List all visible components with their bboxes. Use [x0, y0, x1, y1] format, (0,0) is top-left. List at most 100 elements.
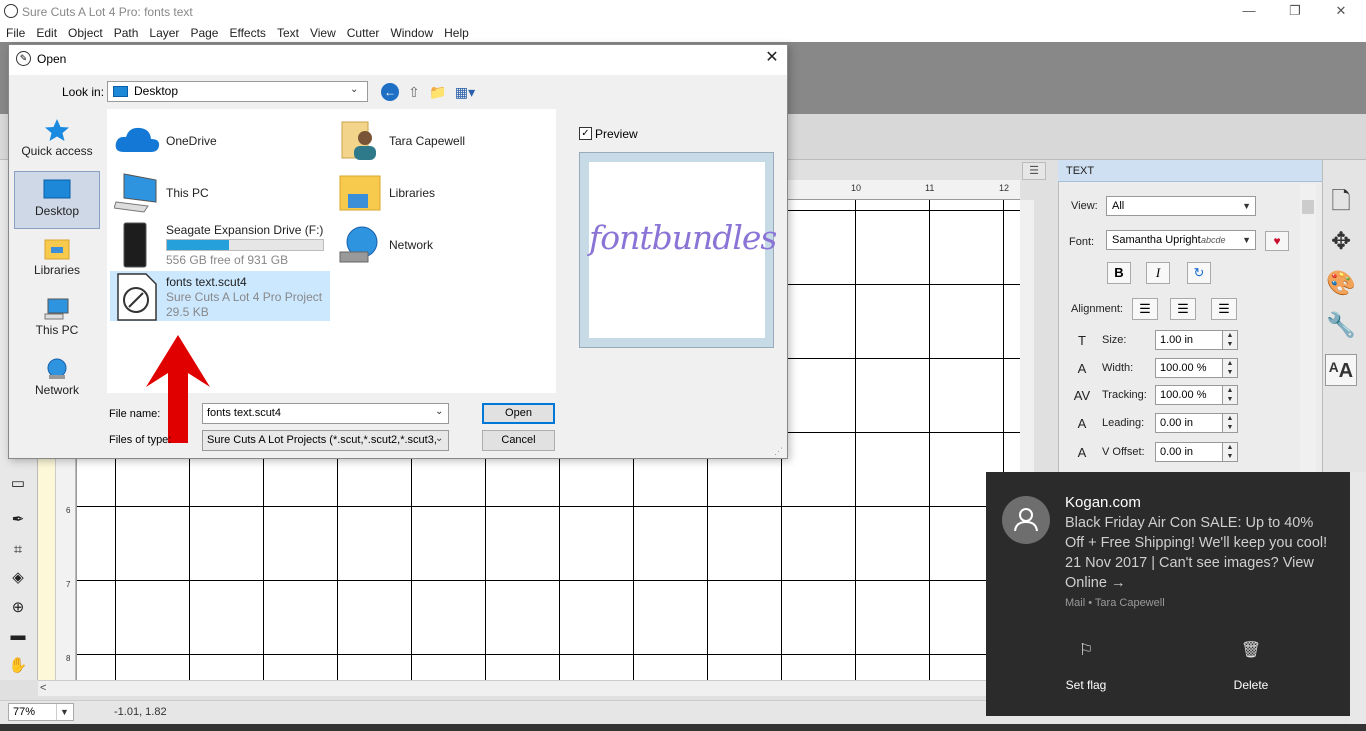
drive-usage-fill — [167, 240, 230, 250]
chevron-down-icon[interactable]: ⌄ — [435, 406, 443, 417]
reset-style-button[interactable]: ↻ — [1187, 262, 1211, 284]
preview-checkbox[interactable]: ✓ — [579, 127, 592, 140]
weld-tool-icon[interactable]: ◈ — [8, 568, 28, 588]
chevron-down-icon[interactable]: ⌄ — [350, 84, 358, 95]
menu-effects[interactable]: Effects — [229, 26, 265, 40]
scrollbar-thumb[interactable] — [1302, 200, 1314, 214]
file-type-select[interactable]: Sure Cuts A Lot Projects (*.scut,*.scut2… — [202, 430, 449, 451]
file-name-input[interactable]: fonts text.scut4 — [202, 403, 449, 424]
back-icon[interactable]: ← — [381, 83, 399, 101]
leading-stepper[interactable]: ▲ ▼ — [1222, 413, 1238, 433]
desktop-icon — [43, 179, 71, 199]
computer-icon — [44, 298, 69, 320]
menu-edit[interactable]: Edit — [36, 26, 57, 40]
chevron-down-icon[interactable]: ▼ — [56, 704, 72, 720]
place-quick-access[interactable]: Quick access — [14, 112, 100, 170]
network-globe-icon — [339, 226, 378, 263]
chevron-down-icon[interactable]: ⌄ — [435, 433, 443, 444]
place-desktop[interactable]: Desktop — [14, 171, 100, 229]
network-globe-icon — [47, 358, 67, 379]
file-item-network[interactable]: Network — [338, 222, 538, 266]
file-item-this-pc[interactable]: This PC — [114, 170, 314, 214]
size-stepper[interactable]: ▲ ▼ — [1222, 330, 1238, 350]
tracking-input[interactable]: 100.00 % — [1155, 385, 1223, 405]
new-folder-icon[interactable]: 📁 — [428, 82, 448, 102]
file-name: Tara Capewell — [389, 134, 466, 148]
menu-layer[interactable]: Layer — [149, 26, 179, 40]
align-right-icon[interactable]: ☰ — [1211, 298, 1237, 320]
hand-tool-icon[interactable]: ✋ — [8, 656, 28, 676]
view-select[interactable]: All ▼ — [1106, 196, 1256, 216]
font-sample: abcde — [1201, 235, 1226, 245]
menu-text[interactable]: Text — [277, 26, 299, 40]
text-panel-icon[interactable]: ᴬA — [1325, 354, 1357, 386]
italic-button[interactable]: I — [1146, 262, 1170, 284]
place-label: Quick access — [21, 144, 93, 158]
menu-file[interactable]: File — [6, 26, 25, 40]
view-menu-icon[interactable]: ▦▾ — [452, 82, 478, 102]
file-type: Sure Cuts A Lot 4 Pro Project — [166, 290, 323, 304]
menu-cutter[interactable]: Cutter — [347, 26, 380, 40]
text-panel-scrollbar[interactable] — [1300, 184, 1316, 472]
move-arrows-icon[interactable]: ✥ — [1325, 226, 1357, 258]
leading-label: Leading: — [1102, 417, 1145, 429]
up-folder-icon[interactable]: ⇧ — [404, 82, 424, 102]
pen-tool-icon[interactable]: ✒ — [8, 510, 28, 530]
resize-grip-icon[interactable]: ⋰ — [774, 446, 783, 457]
open-button[interactable]: Open — [482, 403, 555, 424]
file-item-onedrive[interactable]: OneDrive — [114, 118, 314, 162]
menu-view[interactable]: View — [310, 26, 336, 40]
place-this-pc[interactable]: This PC — [14, 291, 100, 349]
delete-button[interactable]: 🗑 Delete — [1191, 640, 1311, 692]
scroll-left-arrow-icon[interactable]: < — [40, 682, 46, 694]
place-label: Libraries — [33, 263, 81, 277]
font-select-value: Samantha Upright — [1112, 234, 1201, 246]
v-offset-stepper[interactable]: ▲ ▼ — [1222, 442, 1238, 462]
menu-help[interactable]: Help — [444, 26, 469, 40]
menu-path[interactable]: Path — [114, 26, 139, 40]
bottom-edge — [0, 724, 1366, 731]
menu-window[interactable]: Window — [390, 26, 433, 40]
screen-edge — [1350, 472, 1366, 724]
width-stepper[interactable]: ▲ ▼ — [1222, 358, 1238, 378]
look-in-select[interactable]: Desktop — [107, 81, 368, 102]
align-center-icon[interactable]: ☰ — [1170, 298, 1196, 320]
align-left-icon[interactable]: ☰ — [1132, 298, 1158, 320]
leading-input[interactable]: 0.00 in — [1155, 413, 1223, 433]
canvas-horizontal-scrollbar[interactable] — [38, 680, 1020, 696]
menu-page[interactable]: Page — [190, 26, 218, 40]
bold-button[interactable]: B — [1107, 262, 1131, 284]
minimize-button[interactable]: — — [1226, 2, 1272, 22]
trash-icon: 🗑 — [1240, 642, 1262, 659]
file-item-libraries[interactable]: Libraries — [338, 170, 538, 214]
color-palette-icon[interactable]: 🎨 — [1325, 268, 1357, 300]
menu-object[interactable]: Object — [68, 26, 103, 40]
measure-tool-icon[interactable]: ▬ — [8, 626, 28, 646]
wrench-icon[interactable]: 🔧 — [1325, 310, 1357, 342]
place-libraries[interactable]: Libraries — [14, 231, 100, 289]
panel-menu-button[interactable]: ☰ — [1022, 162, 1046, 180]
size-input[interactable]: 1.00 in — [1155, 330, 1223, 350]
close-icon[interactable]: ✕ — [760, 47, 784, 69]
rectangle-tool-icon[interactable]: ▭ — [8, 474, 28, 494]
place-network[interactable]: Network — [14, 351, 100, 409]
zoom-tool-icon[interactable]: ⊕ — [8, 598, 28, 618]
place-label: Network — [34, 383, 79, 397]
v-offset-input[interactable]: 0.00 in — [1155, 442, 1223, 462]
hard-drive-icon — [123, 222, 147, 268]
restore-button[interactable]: ❐ — [1272, 2, 1318, 22]
close-window-button[interactable]: ✕ — [1318, 2, 1364, 22]
font-select[interactable]: Samantha Upright abcde ▼ — [1106, 230, 1256, 250]
onedrive-cloud-icon — [115, 127, 160, 152]
set-flag-button[interactable]: ⚐ Set flag — [1026, 640, 1146, 692]
cancel-button[interactable]: Cancel — [482, 430, 555, 451]
file-item-fonts-text[interactable]: fonts text.scut4 Sure Cuts A Lot 4 Pro P… — [114, 272, 329, 322]
width-input[interactable]: 100.00 % — [1155, 358, 1223, 378]
hruler-number: 11 — [925, 183, 935, 193]
file-item-user-folder[interactable]: Tara Capewell — [338, 118, 538, 162]
dialog-title: Open — [37, 52, 67, 66]
page-icon[interactable]: 🗋 — [1325, 186, 1357, 218]
favorite-font-icon[interactable]: ♥ — [1265, 231, 1289, 251]
tracking-stepper[interactable]: ▲ ▼ — [1222, 385, 1238, 405]
node-edit-tool-icon[interactable]: ⌗ — [8, 540, 28, 560]
